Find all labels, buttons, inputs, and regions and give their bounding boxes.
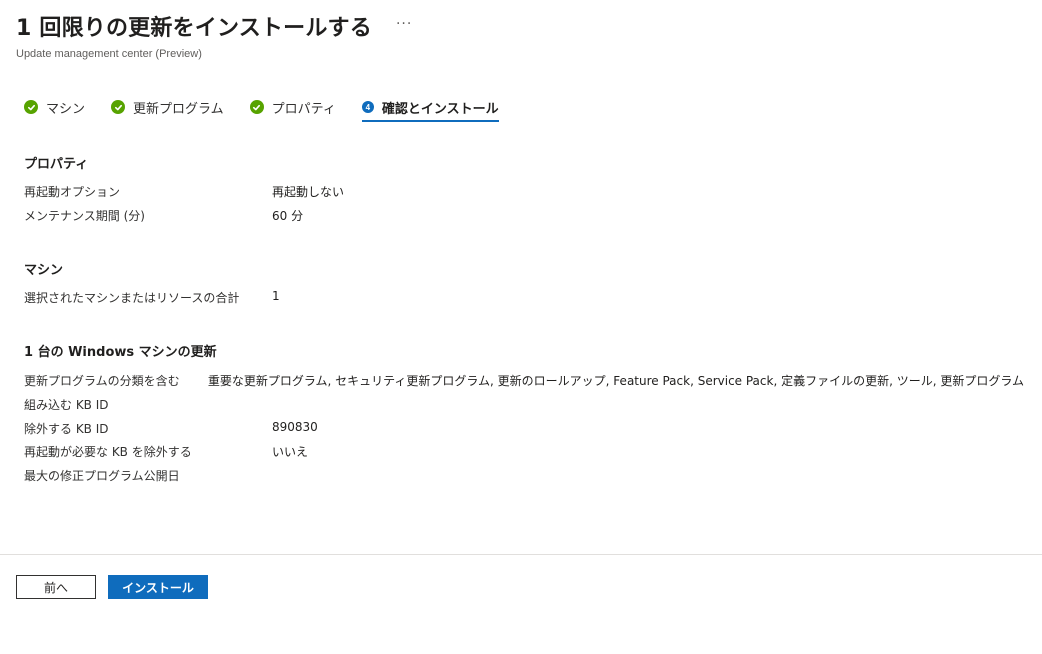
footer-divider [0, 554, 1042, 555]
tab-review-install[interactable]: 4 確認とインストール [361, 92, 499, 122]
page-title: 1 回限りの更新をインストールする [16, 16, 372, 41]
tab-properties[interactable]: プロパティ [249, 92, 336, 122]
detail-key: 最大の修正プログラム公開日 [24, 469, 180, 483]
tab-machines[interactable]: マシン [24, 92, 85, 122]
detail-key: 組み込む KB ID [24, 398, 109, 412]
check-circle-icon [111, 100, 126, 114]
detail-value: 1 [272, 289, 280, 303]
detail-key: 再起動オプション [24, 185, 121, 199]
detail-value: 再起動しない [272, 185, 345, 199]
detail-row: 更新プログラムの分類を含む 重要な更新プログラム, セキュリティ更新プログラム,… [24, 372, 1024, 389]
detail-row: 再起動オプション 再起動しない [24, 183, 1024, 200]
detail-key: 除外する KB ID [24, 422, 109, 436]
tab-label: マシン [46, 101, 86, 117]
detail-key: 再起動が必要な KB を除外する [24, 445, 192, 459]
check-circle-icon [24, 100, 38, 114]
detail-row: 再起動が必要な KB を除外する いいえ [24, 443, 1024, 460]
page-header: 1 回限りの更新をインストールする ··· Update management … [16, 10, 412, 60]
wizard-tabs: マシン 更新プログラム プロパティ 4 確認とインストール [24, 92, 525, 122]
section-title-properties: プロパティ [24, 157, 89, 172]
detail-row: 選択されたマシンまたはリソースの合計 1 [24, 289, 1024, 306]
detail-row: 除外する KB ID 890830 [24, 420, 1024, 437]
page: 1 回限りの更新をインストールする ··· Update management … [0, 0, 1042, 654]
section-title-machines: マシン [24, 263, 64, 278]
detail-row: 組み込む KB ID [24, 396, 1024, 413]
detail-value: 60 分 [272, 209, 304, 223]
detail-row: 最大の修正プログラム公開日 [24, 467, 1024, 484]
detail-row: メンテナンス期間 (分) 60 分 [24, 207, 1024, 224]
previous-button[interactable]: 前へ [16, 575, 96, 599]
more-options-icon[interactable]: ··· [396, 16, 412, 32]
tab-label: 確認とインストール [381, 101, 499, 117]
tab-label: 更新プログラム [133, 101, 224, 117]
tab-label: プロパティ [271, 101, 336, 117]
check-circle-icon [249, 100, 264, 114]
install-button[interactable]: インストール [108, 575, 208, 599]
step-number-icon: 4 [361, 101, 374, 113]
title-row: 1 回限りの更新をインストールする ··· [16, 10, 412, 42]
detail-value: 890830 [272, 420, 318, 434]
section-title-windows-updates: 1 台の Windows マシンの更新 [24, 345, 217, 360]
detail-value: 重要な更新プログラム, セキュリティ更新プログラム, 更新のロールアップ, Fe… [207, 374, 1024, 388]
tab-updates[interactable]: 更新プログラム [111, 92, 224, 122]
page-subtitle: Update management center (Preview) [16, 48, 202, 60]
detail-value: いいえ [272, 445, 309, 459]
detail-key: メンテナンス期間 (分) [24, 209, 145, 223]
detail-key: 更新プログラムの分類を含む [24, 374, 180, 388]
detail-key: 選択されたマシンまたはリソースの合計 [24, 291, 240, 305]
